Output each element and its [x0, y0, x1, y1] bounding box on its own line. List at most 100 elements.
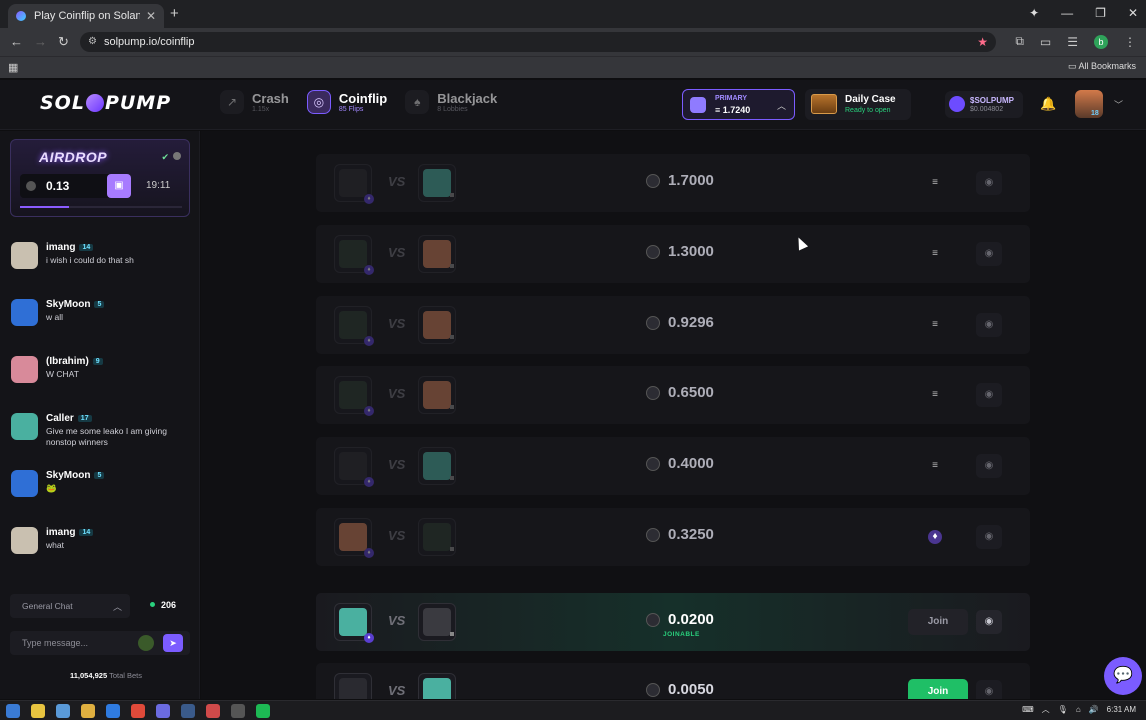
coinflip-row[interactable]: ♦ VS 0.0200 JOINABLE Join ◉: [316, 593, 1030, 651]
chat-message-input[interactable]: [22, 636, 132, 650]
player-one-slot[interactable]: ♦: [334, 673, 372, 699]
chat-avatar[interactable]: [11, 242, 38, 269]
coinflip-row[interactable]: ♦ VS 0.4000 ≡ ◉: [316, 437, 1030, 495]
keyboard-icon[interactable]: ⌨: [1022, 705, 1034, 714]
coinflip-row[interactable]: ♦ VS 0.9296 ≡ ◉: [316, 296, 1030, 354]
join-button[interactable]: Join: [908, 609, 968, 635]
ai-icon[interactable]: ✦: [1029, 6, 1039, 20]
channel-select[interactable]: General Chat ︿: [10, 594, 130, 618]
clock[interactable]: 6:31 AM: [1107, 705, 1136, 714]
chat-avatar[interactable]: [11, 527, 38, 554]
mic-icon[interactable]: 🎙: [1058, 705, 1068, 714]
tray-chevron-icon[interactable]: ︿: [1042, 704, 1050, 715]
notification-bell-icon[interactable]: 🔔: [1040, 96, 1056, 112]
spotify-icon[interactable]: [256, 704, 270, 718]
extensions-icon[interactable]: ⧉: [1015, 34, 1024, 49]
chrome-icon[interactable]: [131, 704, 145, 718]
view-eye-icon[interactable]: ◉: [976, 680, 1002, 699]
solpump-logo[interactable]: SOL PUMP: [40, 92, 171, 114]
minimize-icon[interactable]: —: [1061, 6, 1073, 20]
profile-avatar[interactable]: b: [1094, 34, 1108, 49]
windows-start-icon[interactable]: [6, 704, 20, 718]
support-chat-button[interactable]: 💬: [1104, 657, 1142, 695]
url-field[interactable]: ⚙ solpump.io/coinflip ★: [80, 32, 996, 52]
folder-icon[interactable]: [81, 704, 95, 718]
chat-username[interactable]: Caller 17: [46, 413, 92, 424]
player-two-slot[interactable]: [418, 164, 456, 202]
nav-blackjack[interactable]: ♠ Blackjack 8 Lobbies: [405, 90, 497, 114]
chrome-active-icon[interactable]: [206, 704, 220, 718]
chat-username[interactable]: imang 14: [46, 527, 94, 538]
coinflip-row[interactable]: ♦ VS 0.3250 ♦ ◉: [316, 508, 1030, 566]
apps-grid-icon[interactable]: ▦: [8, 61, 18, 74]
restore-icon[interactable]: ❐: [1095, 6, 1106, 20]
emoji-icon[interactable]: [138, 635, 154, 651]
all-bookmarks-button[interactable]: ▭ All Bookmarks: [1068, 61, 1136, 72]
player-two-slot[interactable]: [418, 518, 456, 556]
app-icon[interactable]: [56, 704, 70, 718]
obs-icon[interactable]: [231, 704, 245, 718]
view-eye-icon[interactable]: ◉: [976, 242, 1002, 266]
view-eye-icon[interactable]: ◉: [976, 171, 1002, 195]
discord-icon[interactable]: [156, 704, 170, 718]
chat-avatar[interactable]: [11, 299, 38, 326]
player-one-slot[interactable]: ♦: [334, 447, 374, 487]
player-one-slot[interactable]: ♦: [334, 306, 374, 346]
network-icon[interactable]: ⌂: [1076, 705, 1081, 714]
player-one-slot[interactable]: ♦: [334, 164, 374, 204]
browser-tab[interactable]: Play Coinflip on Solana – No K ✕: [8, 4, 164, 28]
player-two-slot[interactable]: [418, 603, 456, 641]
sidepanel-icon[interactable]: ▭: [1040, 35, 1051, 49]
player-two-slot[interactable]: [418, 447, 456, 485]
info-icon[interactable]: [173, 152, 181, 160]
send-button[interactable]: ➤: [163, 634, 183, 652]
coinflip-row[interactable]: ♦ VS 0.6500 ≡ ◉: [316, 366, 1030, 424]
coinflip-row[interactable]: ♦ VS 1.3000 ≡ ◉: [316, 225, 1030, 283]
airdrop-claim-button[interactable]: ▣: [107, 174, 131, 198]
player-one-slot[interactable]: ♦: [334, 376, 374, 416]
chat-username[interactable]: (Ibrahim) 9: [46, 356, 103, 367]
chat-avatar[interactable]: [11, 470, 38, 497]
close-window-icon[interactable]: ✕: [1128, 6, 1138, 20]
view-eye-icon[interactable]: ◉: [976, 313, 1002, 337]
chat-username[interactable]: imang 14: [46, 242, 94, 253]
nav-crash[interactable]: ↗ Crash 1.15x: [220, 90, 289, 114]
token-price-widget[interactable]: $SOLPUMP $0.004802: [945, 91, 1023, 118]
site-info-icon[interactable]: ⚙: [88, 32, 97, 52]
view-eye-icon[interactable]: ◉: [976, 610, 1002, 634]
view-eye-icon[interactable]: ◉: [976, 383, 1002, 407]
bookmark-star-icon[interactable]: ★: [977, 32, 988, 52]
tab-close-icon[interactable]: ✕: [146, 9, 156, 23]
wallet-balance-dropdown[interactable]: PRIMARY ≡ 1.7240 ︿: [682, 89, 795, 120]
coinflip-row[interactable]: ♦ VS 0.0050 Join ◉: [316, 663, 1030, 699]
daily-case-button[interactable]: Daily Case Ready to open: [805, 89, 911, 120]
reload-icon[interactable]: ↻: [58, 34, 69, 50]
player-one-slot[interactable]: ♦: [334, 518, 374, 558]
logo-left-text: SOL: [40, 92, 85, 114]
steam-icon[interactable]: [181, 704, 195, 718]
store-icon[interactable]: [106, 704, 120, 718]
forward-icon[interactable]: →: [34, 34, 47, 49]
chevron-down-icon[interactable]: ﹀: [1114, 98, 1123, 111]
player-two-slot[interactable]: [418, 673, 456, 699]
new-tab-button[interactable]: +: [170, 5, 179, 22]
chat-avatar[interactable]: [11, 356, 38, 383]
player-one-slot[interactable]: ♦: [334, 235, 374, 275]
chat-username[interactable]: SkyMoon 5: [46, 470, 105, 481]
volume-icon[interactable]: 🔊: [1089, 705, 1099, 714]
player-two-slot[interactable]: [418, 376, 456, 414]
chat-username[interactable]: SkyMoon 5: [46, 299, 105, 310]
media-icon[interactable]: ☰: [1067, 35, 1078, 49]
view-eye-icon[interactable]: ◉: [976, 525, 1002, 549]
view-eye-icon[interactable]: ◉: [976, 454, 1002, 478]
back-icon[interactable]: ←: [10, 34, 23, 49]
menu-icon[interactable]: ⋮: [1124, 35, 1136, 49]
nav-coinflip[interactable]: ◎ Coinflip 85 Flips: [306, 90, 387, 114]
player-one-slot[interactable]: ♦: [334, 603, 374, 643]
coinflip-row[interactable]: ♦ VS 1.7000 ≡ ◉: [316, 154, 1030, 212]
player-two-slot[interactable]: [418, 235, 456, 273]
chat-avatar[interactable]: [11, 413, 38, 440]
join-button[interactable]: Join: [908, 679, 968, 699]
file-explorer-icon[interactable]: [31, 704, 45, 718]
player-two-slot[interactable]: [418, 306, 456, 344]
